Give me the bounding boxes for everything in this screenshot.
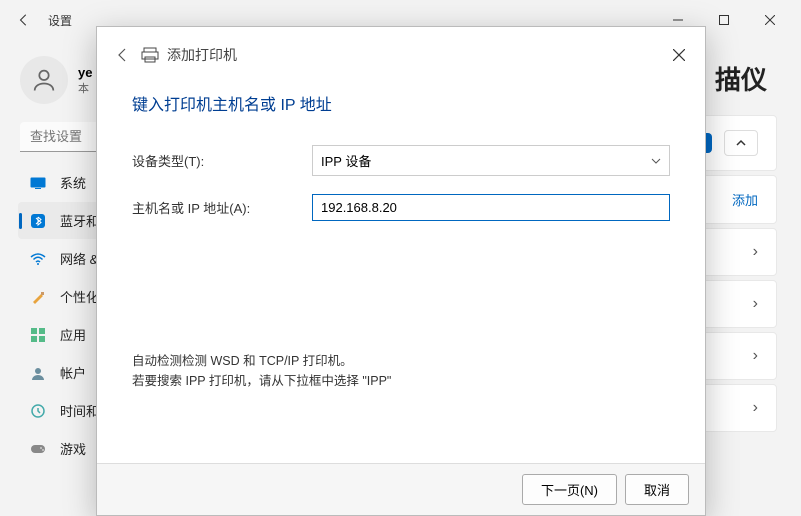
dialog-close-button[interactable] (665, 41, 693, 69)
dialog-back-button[interactable] (115, 47, 131, 63)
nav-label: 网络 & (60, 249, 98, 268)
expand-button[interactable] (724, 130, 758, 156)
chevron-right-icon: › (753, 243, 758, 261)
nav-label: 蓝牙和 (60, 211, 99, 230)
bluetooth-icon (30, 213, 46, 229)
brush-icon (30, 289, 46, 305)
wifi-icon (30, 251, 46, 267)
active-indicator (19, 213, 22, 229)
back-button[interactable] (8, 4, 40, 36)
next-button[interactable]: 下一页(N) (522, 474, 617, 505)
chevron-right-icon: › (753, 295, 758, 313)
host-label: 主机名或 IP 地址(A): (132, 198, 312, 217)
profile-name: ye (78, 65, 92, 80)
close-button[interactable] (747, 4, 793, 36)
add-label: 添加 (732, 190, 758, 209)
dialog-note: 自动检测检测 WSD 和 TCP/IP 打印机。 若要搜索 IPP 打印机，请从… (132, 351, 670, 391)
device-type-select[interactable]: IPP 设备 (312, 145, 670, 176)
nav-label: 系统 (60, 173, 86, 192)
avatar (20, 56, 68, 104)
nav-label: 帐户 (60, 363, 86, 382)
dialog-title: 添加打印机 (141, 45, 237, 65)
chevron-right-icon: › (753, 399, 758, 417)
chevron-right-icon: › (753, 347, 758, 365)
clock-icon (30, 403, 46, 419)
add-printer-dialog: 添加打印机 键入打印机主机名或 IP 地址 设备类型(T): IPP 设备 主机… (96, 26, 706, 516)
device-type-value: IPP 设备 (321, 151, 371, 170)
nav-label: 应用 (60, 325, 86, 344)
window-title: 设置 (48, 12, 72, 29)
account-icon (30, 365, 46, 381)
maximize-button[interactable] (701, 4, 747, 36)
nav-label: 时间和 (60, 401, 99, 420)
printer-icon (141, 47, 159, 63)
cancel-button[interactable]: 取消 (625, 474, 689, 505)
system-icon (30, 175, 46, 191)
chevron-down-icon (651, 158, 661, 164)
gaming-icon (30, 441, 46, 457)
device-type-label: 设备类型(T): (132, 151, 312, 170)
host-input[interactable] (312, 194, 670, 221)
nav-label: 个性化 (60, 287, 99, 306)
apps-icon (30, 327, 46, 343)
nav-label: 游戏 (60, 439, 86, 458)
dialog-heading: 键入打印机主机名或 IP 地址 (132, 91, 670, 115)
profile-sub: 本 (78, 80, 92, 96)
